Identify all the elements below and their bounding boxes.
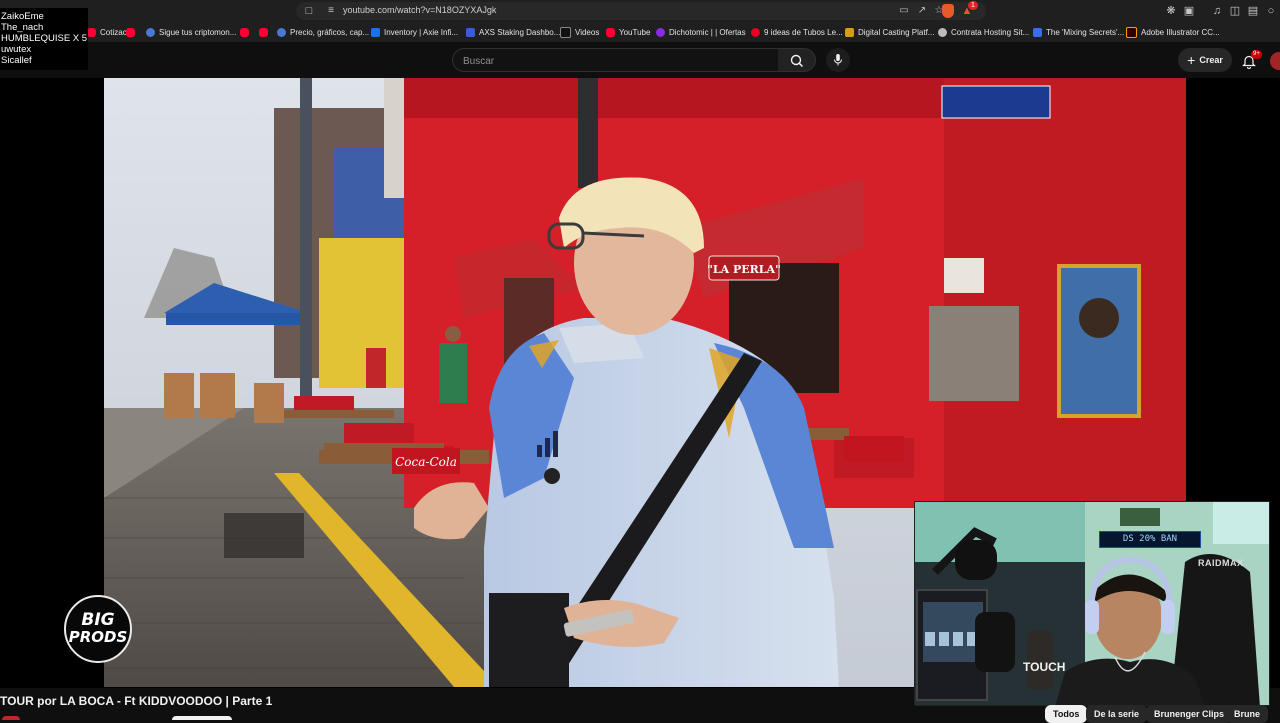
chat-user: ZaikoEme <box>1 11 44 22</box>
globe-icon <box>146 27 155 37</box>
extensions-icon[interactable]: ❋ <box>1164 4 1178 18</box>
bookmark-label: Videos <box>575 27 600 37</box>
chat-overlay: ZaikoEme The_nach HUMBLEQUISE X 5 uwutex… <box>0 8 88 70</box>
account-avatar[interactable] <box>1270 52 1280 70</box>
mail-icon <box>371 27 380 37</box>
pinterest-icon <box>751 27 760 37</box>
profile-icon[interactable]: ○ <box>1264 4 1278 18</box>
chair-brand-text: RAIDMAX <box>1198 558 1244 568</box>
bookmark-item[interactable]: Digital Casting Platf... <box>845 25 934 39</box>
casting-icon <box>845 27 854 37</box>
youtube-header: + Crear 9+ <box>0 42 1280 78</box>
search-button[interactable] <box>778 48 816 72</box>
site-info-icon[interactable]: ≡ <box>324 4 338 18</box>
bookmark-item[interactable] <box>126 25 139 39</box>
channel-avatar[interactable] <box>2 716 20 720</box>
coca-cola-sign: Coca-Cola <box>395 455 457 469</box>
bookmark-item[interactable]: Sigue tus criptomon... <box>146 25 236 39</box>
chat-user: HUMBLEQUISE X 5 <box>1 33 88 44</box>
related-filter-chips: Todos De la serie Brunenger Clips Brune <box>1040 705 1280 723</box>
bookmark-item[interactable]: Precio, gráficos, cap... <box>277 25 369 39</box>
webcam-scene <box>915 502 1269 705</box>
bookmark-item[interactable]: Contrata Hosting Sit... <box>938 25 1029 39</box>
bookmark-item[interactable]: Dichotomic | | Ofertas <box>656 25 746 39</box>
music-icon[interactable]: ♫ <box>1210 4 1224 18</box>
youtube-icon <box>606 27 615 37</box>
watermark-line-2: PRODS <box>68 628 128 646</box>
bookmark-label: AXS Staking Dashbo... <box>479 27 561 37</box>
bookmark-icon[interactable]: □ <box>302 4 316 18</box>
chip-brune[interactable]: Brune <box>1226 705 1269 723</box>
bookmark-label: The 'Mixing Secrets'... <box>1046 27 1125 37</box>
search-input[interactable] <box>461 52 765 70</box>
chat-user: The_nach <box>1 22 44 33</box>
url-text[interactable]: youtube.com/watch?v=N18OZYXAJgk <box>343 5 496 15</box>
create-button[interactable]: + Crear <box>1178 48 1232 72</box>
youtube-icon <box>126 27 135 37</box>
dichotomic-icon <box>656 27 665 37</box>
led-sign: DS 20% BAN <box>1099 531 1201 548</box>
bookmark-item[interactable]: AXS Staking Dashbo... <box>466 25 560 39</box>
microphone-icon <box>834 54 842 66</box>
bookmark-item[interactable]: 9 ideas de Tubos Le... <box>751 25 843 39</box>
search-box[interactable] <box>452 48 779 72</box>
bookmark-item[interactable]: YouTube <box>606 25 650 39</box>
extension-badge: 1 <box>968 1 978 10</box>
chip-brunenger-clips[interactable]: Brunenger Clips <box>1146 705 1233 723</box>
bookmark-label: Sigue tus criptomon... <box>159 27 237 37</box>
search-icon <box>790 54 804 68</box>
share-icon[interactable]: ↗ <box>916 5 928 17</box>
shield-icon[interactable] <box>942 4 954 18</box>
la-perla-sign: "LA PERLA" <box>707 263 781 276</box>
video-icon <box>560 26 571 38</box>
sidebar-icon[interactable]: ◫ <box>1228 4 1242 18</box>
webcam-overlay: DS 20% BAN RAIDMAX TOUCH <box>914 501 1270 706</box>
bookmark-label: Contrata Hosting Sit... <box>951 27 1030 37</box>
bookmark-item[interactable] <box>240 25 253 39</box>
wallet-icon[interactable]: ▤ <box>1246 4 1260 18</box>
cast-icon[interactable]: ▭ <box>898 5 910 17</box>
address-bar[interactable]: □ ≡ youtube.com/watch?v=N18OZYXAJgk ▭ ↗ … <box>296 2 986 20</box>
globe-icon <box>277 27 286 37</box>
bookmark-label: Precio, gráficos, cap... <box>290 27 370 37</box>
youtube-icon <box>87 27 96 37</box>
bookmark-label: Inventory | Axie Infi... <box>384 27 459 37</box>
bookmark-item[interactable]: Adobe Illustrator CC... <box>1126 25 1220 39</box>
illustrator-icon <box>1126 26 1137 38</box>
pedal-text: TOUCH <box>1023 660 1066 674</box>
bookmark-item[interactable]: Videos <box>560 25 599 39</box>
channel-watermark[interactable]: BIG PRODS <box>64 595 132 663</box>
chat-user: uwutex <box>1 44 32 55</box>
bookmark-label: Digital Casting Platf... <box>858 27 935 37</box>
bookmark-label: Adobe Illustrator CC... <box>1141 27 1220 37</box>
voice-search-button[interactable] <box>826 48 850 72</box>
chip-de-la-serie[interactable]: De la serie <box>1086 705 1148 723</box>
youtube-icon <box>259 27 268 37</box>
video-title: TOUR por LA BOCA - Ft KIDDVOODOO | Parte… <box>0 694 273 708</box>
subscribe-button[interactable] <box>172 716 232 720</box>
bookmark-item[interactable] <box>259 25 272 39</box>
create-label: Crear <box>1199 55 1223 65</box>
screenshot-icon[interactable]: ▣ <box>1182 4 1196 18</box>
chip-todos[interactable]: Todos <box>1045 705 1088 723</box>
plus-icon: + <box>1187 52 1196 68</box>
video-player[interactable]: "LA PERLA" Coca-Cola DS 20% BAN RAIDMAX … <box>0 78 1280 706</box>
bookmark-item[interactable]: Inventory | Axie Infi... <box>371 25 458 39</box>
youtube-icon <box>240 27 249 37</box>
mixing-icon <box>1033 27 1042 37</box>
channel-owner-row <box>0 716 240 720</box>
bookmark-label: 9 ideas de Tubos Le... <box>764 27 843 37</box>
hosting-icon <box>938 27 947 37</box>
axs-icon <box>466 27 475 37</box>
watermark-line-1: BIG <box>81 610 115 630</box>
chat-user: Sicallef <box>1 55 32 66</box>
browser-toolbar: □ ≡ youtube.com/watch?v=N18OZYXAJgk ▭ ↗ … <box>0 0 1280 22</box>
bookmark-label: YouTube <box>619 27 651 37</box>
bookmark-item[interactable]: The 'Mixing Secrets'... <box>1033 25 1124 39</box>
bookmarks-bar: Cotizac... Sigue tus criptomon... Precio, … <box>0 22 1280 42</box>
bookmark-label: Dichotomic | | Ofertas <box>669 27 746 37</box>
notification-badge: 9+ <box>1251 50 1262 59</box>
